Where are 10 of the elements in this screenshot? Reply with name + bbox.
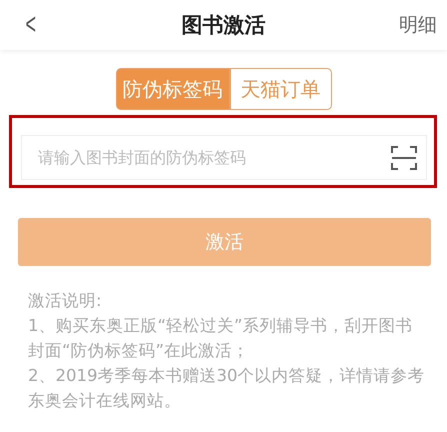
back-button[interactable]: <	[20, 8, 41, 42]
scan-icon[interactable]	[391, 146, 417, 170]
details-button[interactable]: 明细	[399, 12, 437, 38]
tab[interactable]: 天猫订单	[230, 68, 332, 110]
note-text: 1、购买东奥正版“轻松过关”系列辅导书，刮开图书封面“防伪标签码”在此激活；	[28, 315, 414, 362]
tab[interactable]: 防伪标签码	[116, 68, 230, 110]
notes-title: 激活说明:	[28, 290, 103, 312]
note-text: 2、2019考季每本书赠送30个以内答疑，详情请参考东奥会计在线网站。	[28, 365, 426, 412]
page-title: 图书激活	[181, 12, 266, 39]
code-input-field[interactable]: 请输入图书封面的防伪标签码	[21, 135, 427, 180]
